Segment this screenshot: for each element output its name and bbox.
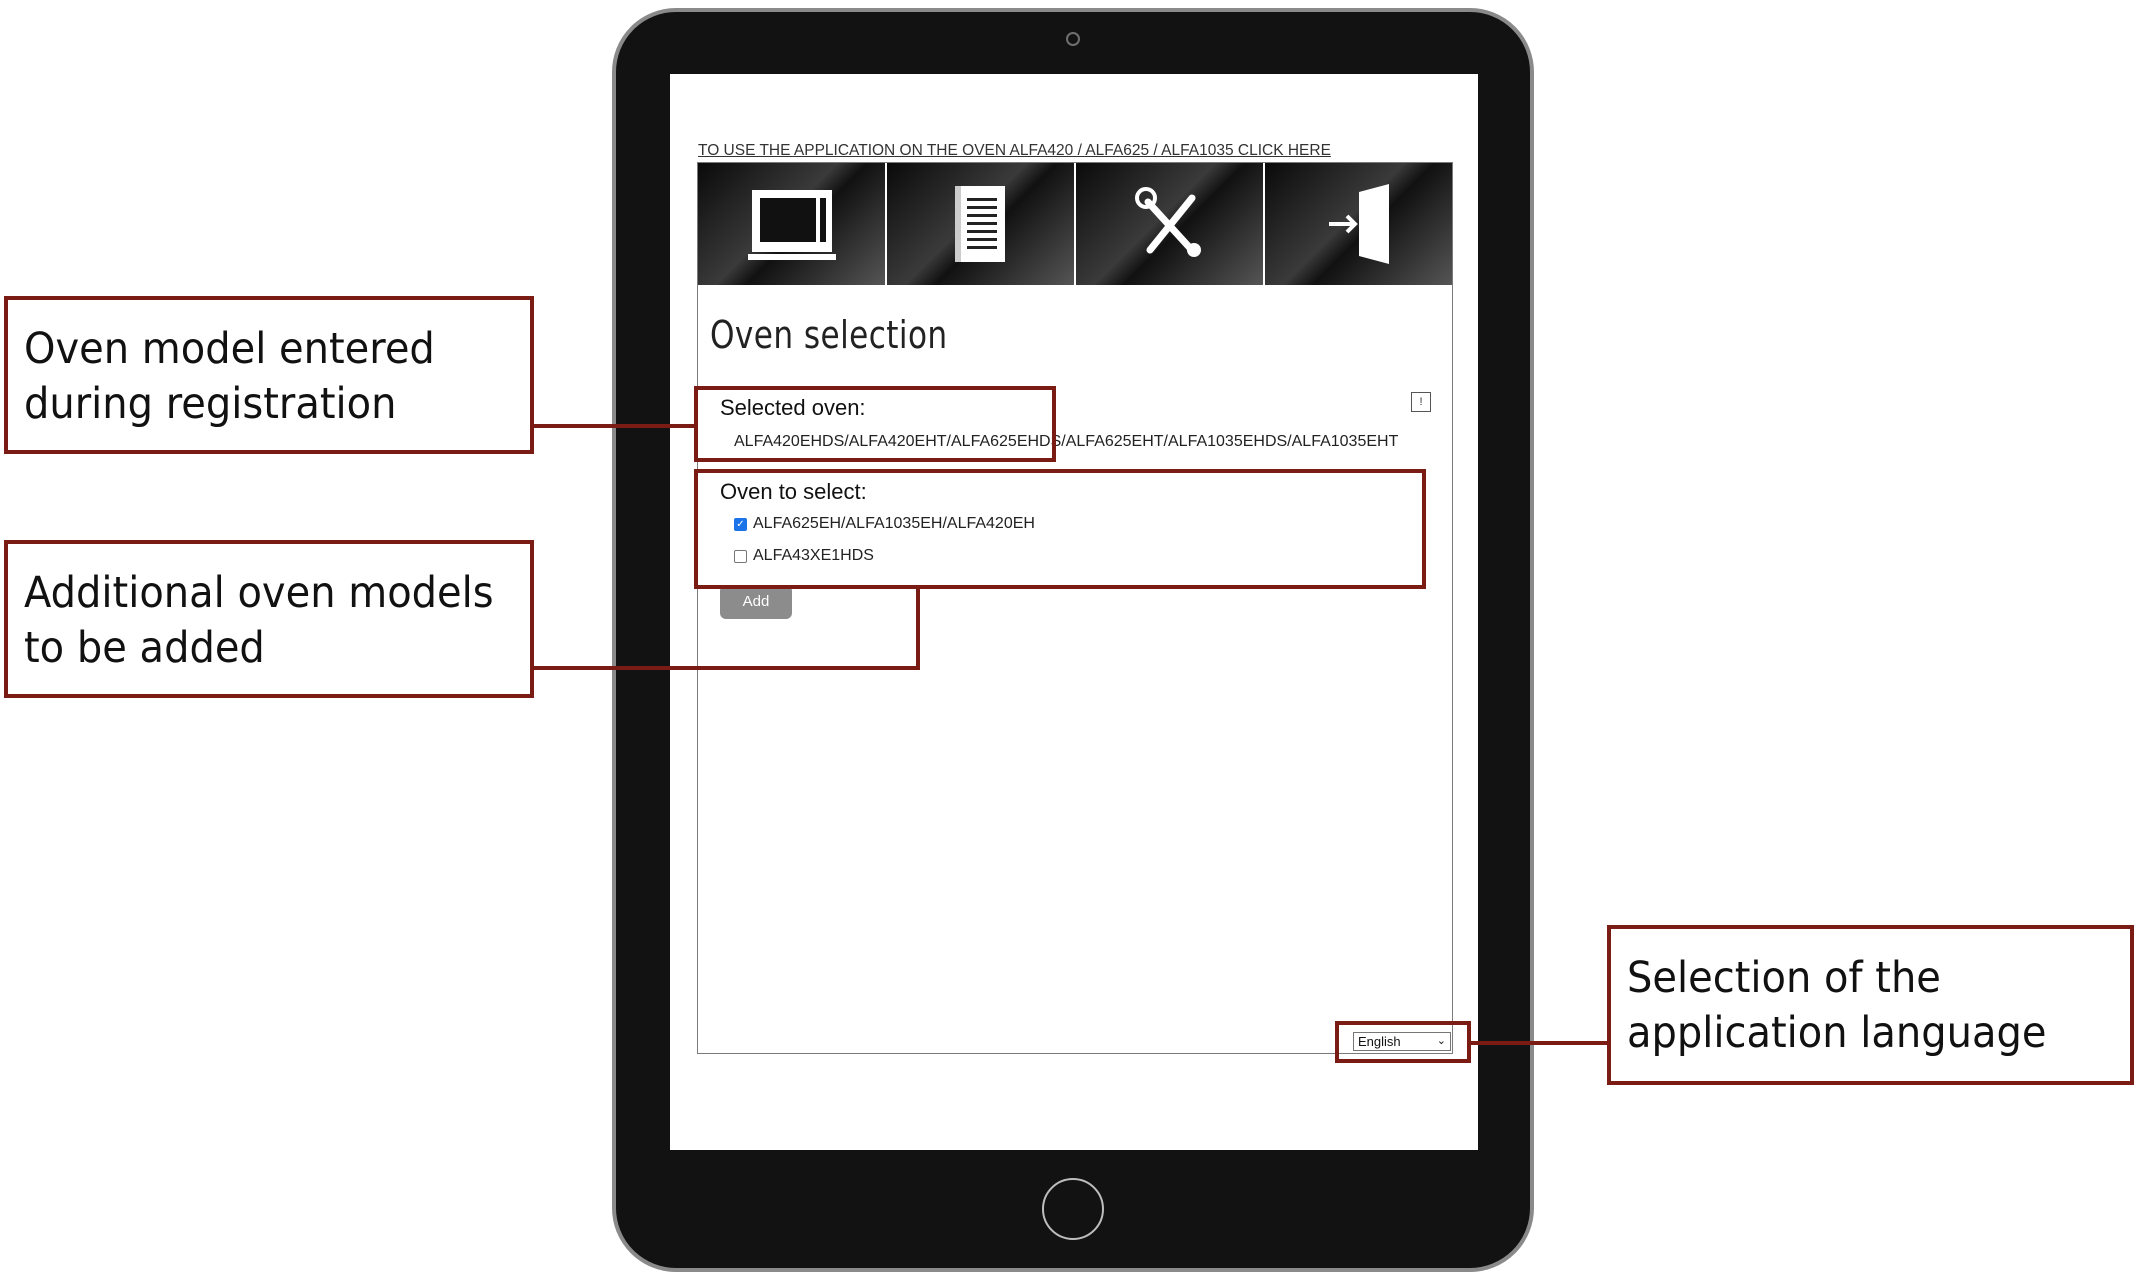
callout-text: Oven model entered [24,324,435,374]
connector-line [1469,1041,1611,1045]
callout-additional: Additional oven models to be added [4,540,534,698]
home-button[interactable] [1042,1178,1104,1240]
callout-language: Selection of the application language [1607,925,2134,1085]
callout-text: during registration [24,379,397,429]
info-icon[interactable]: ! [1411,392,1431,412]
manual-icon [954,186,1005,262]
connector-line [530,666,920,670]
toolbar-manual-button[interactable] [887,163,1076,285]
tools-icon [1134,187,1201,257]
toolbar-logout-button[interactable] [1265,163,1452,285]
tablet-screen: TO USE THE APPLICATION ON THE OVEN ALFA4… [670,74,1478,1150]
callout-text: Selection of the [1627,953,1941,1003]
highlight-language [1335,1021,1471,1063]
page-title: Oven selection [710,313,948,357]
highlight-selected-oven [694,386,1056,462]
toolbar [698,163,1452,285]
callout-text: to be added [24,623,265,673]
toolbar-oven-button[interactable] [698,163,887,285]
add-button[interactable]: Add [720,585,792,619]
callout-registration: Oven model entered during registration [4,296,534,454]
camera-icon [1066,32,1080,46]
logout-icon [1328,184,1389,264]
oven-icon [747,190,836,260]
connector-line [916,587,920,670]
toolbar-tools-button[interactable] [1076,163,1265,285]
callout-text: application language [1627,1008,2047,1058]
callout-text: Additional oven models [24,568,494,618]
connector-line [530,424,696,428]
highlight-oven-to-select [694,469,1426,589]
app-frame: Oven selection Selected oven: ! ALFA420E… [697,162,1453,1054]
use-application-link[interactable]: TO USE THE APPLICATION ON THE OVEN ALFA4… [698,142,1331,160]
